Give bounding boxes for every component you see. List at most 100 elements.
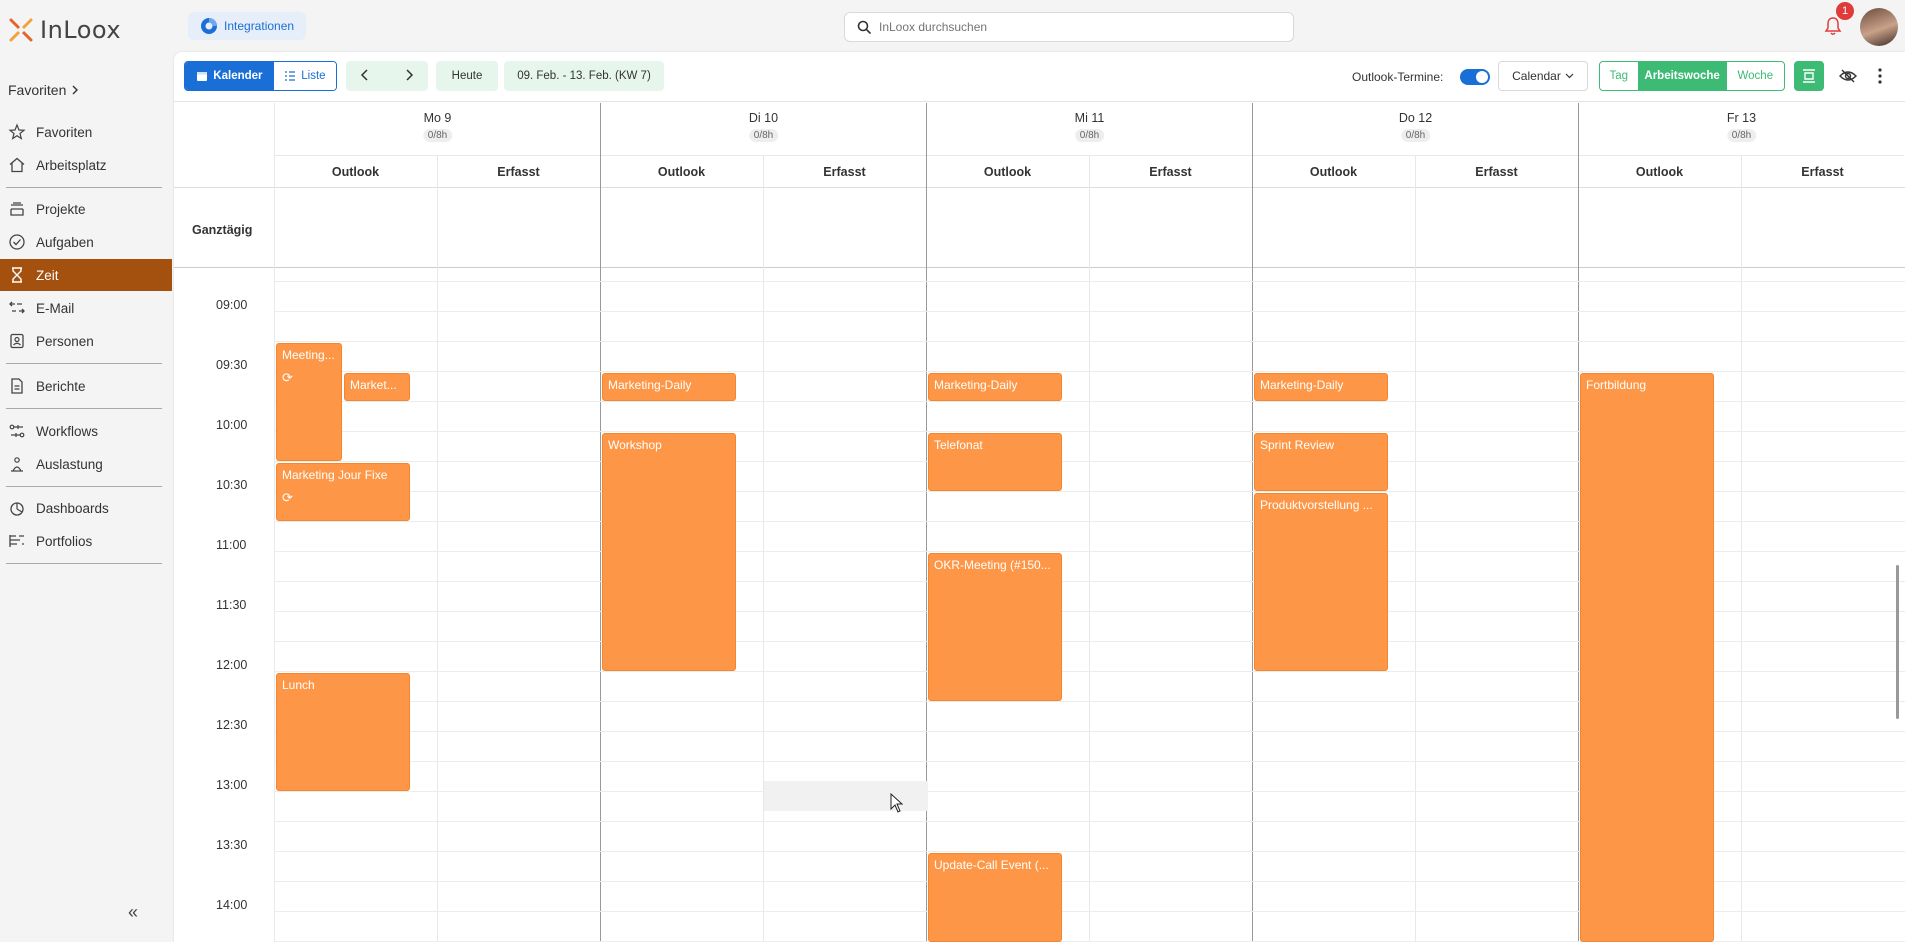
today-button[interactable]: Heute: [436, 61, 498, 91]
event-title: Produktvorstellung ...: [1260, 498, 1373, 512]
column-header-erfasst: Erfasst: [763, 155, 926, 187]
slot-line: [274, 341, 1905, 342]
column-header-erfasst: Erfasst: [1741, 155, 1904, 187]
integrations-icon: [201, 18, 217, 34]
grid-line: [1741, 155, 1742, 942]
previous-period-button[interactable]: [346, 68, 384, 84]
view-calendar-label: Kalender: [213, 70, 263, 82]
integrations-button[interactable]: Integrationen: [188, 12, 307, 40]
time-label: 14:00: [216, 898, 248, 912]
column-header-outlook: Outlook: [274, 155, 437, 187]
sidebar-item-label: Projekte: [36, 201, 86, 217]
sidebar-item-favoriten[interactable]: Favoriten: [0, 116, 172, 148]
day-name: Mo 9: [423, 111, 452, 125]
sidebar-divider: [6, 187, 162, 188]
calendar-event[interactable]: Marketing-Daily: [928, 373, 1062, 401]
day-hours: 0/8h: [422, 129, 453, 142]
calendar-event[interactable]: OKR-Meeting (#150...: [928, 553, 1062, 701]
calendar-event[interactable]: Sprint Review: [1254, 433, 1388, 491]
column-header-outlook: Outlook: [600, 155, 763, 187]
sidebar-item-aufgaben[interactable]: Aufgaben: [0, 226, 172, 258]
event-title: Lunch: [282, 678, 315, 692]
calendar-event[interactable]: Market...: [344, 373, 410, 401]
calendar-event[interactable]: Lunch: [276, 673, 410, 791]
column-header-outlook: Outlook: [926, 155, 1089, 187]
date-range-picker[interactable]: 09. Feb. - 13. Feb. (KW 7): [504, 61, 664, 91]
grid-line: [926, 103, 927, 942]
calendar-toolbar: Kalender Liste Heute 09. Feb. - 13. Feb.…: [174, 52, 1905, 102]
favorites-header[interactable]: Favoriten: [8, 82, 80, 98]
day-hours: 0/8h: [1074, 129, 1105, 142]
sidebar-item-dashboards[interactable]: Dashboards: [0, 492, 172, 524]
search-icon: [857, 20, 871, 34]
calendar-event[interactable]: Workshop: [602, 433, 736, 671]
calendar-select-value: Calendar: [1512, 69, 1561, 83]
sidebar-item-auslastung[interactable]: Auslastung: [0, 448, 172, 480]
column-header-erfasst: Erfasst: [437, 155, 600, 187]
time-label: 10:30: [216, 478, 248, 492]
sidebar: Favoriten Favoriten Arbeitsplatz Projekt…: [0, 52, 172, 942]
grid-line: [1578, 103, 1579, 942]
calendar-event[interactable]: Marketing Jour Fixe ⟳: [276, 463, 410, 521]
grid-line: [1415, 155, 1416, 942]
calendar-event[interactable]: Update-Call Event (...: [928, 853, 1062, 942]
time-label: 11:00: [216, 538, 247, 552]
more-options-icon[interactable]: [1874, 66, 1886, 86]
search-box[interactable]: [844, 12, 1294, 42]
range-day-button[interactable]: Tag: [1600, 62, 1638, 90]
view-list-button[interactable]: Liste: [273, 62, 336, 90]
sidebar-divider: [6, 486, 162, 487]
sidebar-item-zeit[interactable]: Zeit: [0, 259, 172, 291]
calendar-event[interactable]: Marketing-Daily: [1254, 373, 1388, 401]
sidebar-item-label: Personen: [36, 333, 94, 349]
time-label: 09:30: [216, 358, 248, 372]
sidebar-item-label: Arbeitsplatz: [36, 157, 107, 173]
day-hours: 0/8h: [1726, 129, 1757, 142]
star-icon: [8, 123, 26, 140]
fit-view-button[interactable]: [1794, 61, 1824, 91]
workflow-icon: [9, 424, 25, 438]
sidebar-item-email[interactable]: E-Mail: [0, 292, 172, 324]
collapse-sidebar-icon[interactable]: «: [128, 902, 138, 923]
calendar-event[interactable]: Telefonat: [928, 433, 1062, 491]
vertical-scrollbar[interactable]: [1896, 565, 1899, 719]
hide-visibility-icon[interactable]: [1838, 66, 1858, 86]
search-input[interactable]: [879, 20, 1279, 34]
slot-line: [274, 371, 1905, 372]
calendar-event[interactable]: Marketing-Daily: [602, 373, 736, 401]
sidebar-item-berichte[interactable]: Berichte: [0, 370, 172, 402]
event-title: Sprint Review: [1260, 438, 1335, 452]
sidebar-item-arbeitsplatz[interactable]: Arbeitsplatz: [0, 149, 172, 181]
mouse-cursor-icon: [890, 793, 904, 813]
chevron-right-icon: [406, 69, 414, 81]
sidebar-item-label: Workflows: [36, 423, 99, 439]
outlook-toggle[interactable]: [1460, 69, 1490, 85]
allday-divider: [174, 267, 1905, 268]
column-header-outlook: Outlook: [1252, 155, 1415, 187]
calendar-event[interactable]: Produktvorstellung ...: [1254, 493, 1388, 671]
calendar-event[interactable]: Fortbildung: [1580, 373, 1714, 942]
chevron-right-icon: [72, 85, 79, 95]
list-icon: [285, 71, 296, 81]
range-workweek-button[interactable]: Arbeitswoche: [1637, 62, 1727, 90]
sidebar-item-portfolios[interactable]: Portfolios: [0, 525, 172, 557]
avatar[interactable]: [1860, 8, 1898, 46]
sidebar-item-workflows[interactable]: Workflows: [0, 415, 172, 447]
chevron-down-icon: [1565, 73, 1574, 79]
recurring-icon: ⟳: [282, 370, 293, 385]
sidebar-item-projekte[interactable]: Projekte: [0, 193, 172, 225]
sidebar-item-label: E-Mail: [36, 300, 75, 316]
sidebar-item-label: Portfolios: [36, 533, 93, 549]
view-calendar-button[interactable]: Kalender: [185, 62, 274, 90]
sidebar-divider: [6, 363, 162, 364]
sidebar-item-personen[interactable]: Personen: [0, 325, 172, 357]
calendar-select[interactable]: Calendar: [1498, 61, 1588, 91]
range-week-button[interactable]: Woche: [1727, 62, 1784, 90]
day-name: Do 12: [1398, 111, 1433, 125]
next-period-button[interactable]: [390, 68, 428, 84]
calendar-icon: [197, 72, 208, 81]
logo[interactable]: InLoox: [8, 16, 121, 44]
calendar-event[interactable]: Meeting... ⟳: [276, 343, 342, 461]
allday-label: Ganztägig: [192, 223, 253, 237]
event-title: Workshop: [608, 438, 662, 452]
